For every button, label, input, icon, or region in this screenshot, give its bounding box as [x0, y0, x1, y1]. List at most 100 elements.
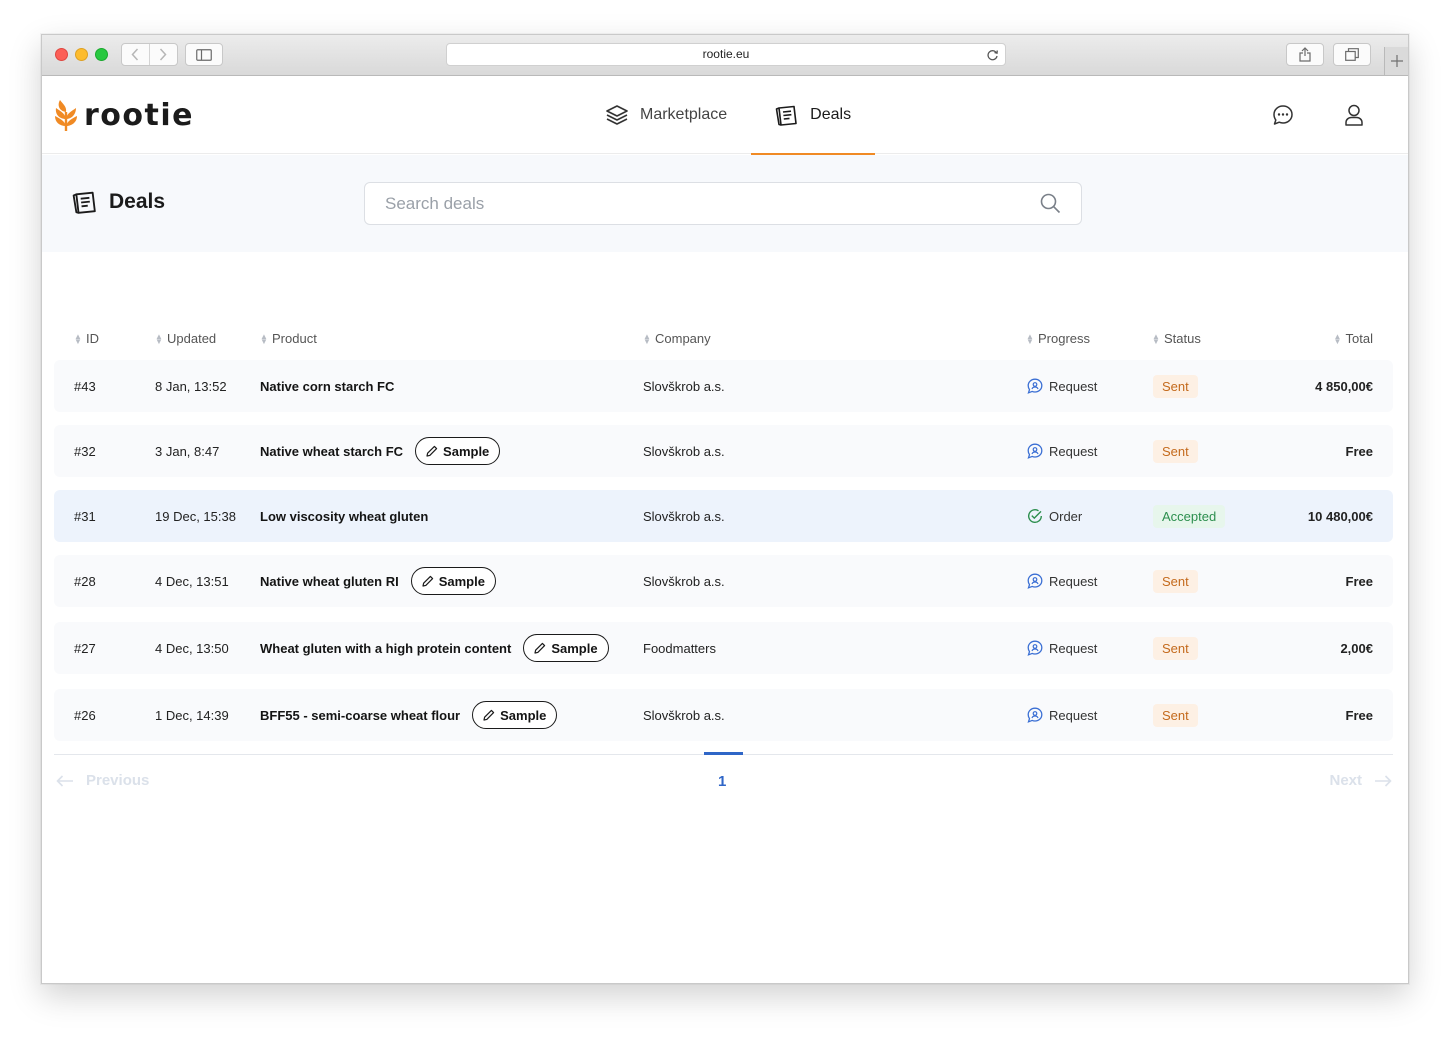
- nav-label-deals: Deals: [810, 106, 852, 123]
- request-icon: [1027, 573, 1043, 589]
- deal-total: 2,00€: [1340, 640, 1373, 656]
- pencil-icon: [426, 445, 438, 457]
- tabs-button[interactable]: [1333, 43, 1371, 66]
- table-row[interactable]: #43 8 Jan, 13:52 Native corn starch FC S…: [54, 360, 1393, 412]
- sort-icon: ▲ ▼: [1152, 331, 1160, 346]
- brand-name: rootie: [84, 98, 194, 133]
- status-badge: Sent: [1153, 374, 1198, 398]
- progress-label: Request: [1049, 573, 1098, 589]
- column-header-product[interactable]: ▲ ▼ Product: [260, 331, 317, 346]
- deal-product: Low viscosity wheat gluten: [260, 490, 428, 542]
- share-button[interactable]: [1286, 43, 1324, 66]
- request-icon: [1027, 378, 1043, 394]
- table-row[interactable]: #32 3 Jan, 8:47 Native wheat starch FC S…: [54, 425, 1393, 477]
- sidebar-toggle-button[interactable]: [185, 43, 223, 66]
- plus-icon: [1390, 55, 1403, 67]
- deal-updated: 8 Jan, 13:52: [155, 378, 227, 394]
- sample-label: Sample: [500, 707, 547, 723]
- table-row[interactable]: #26 1 Dec, 14:39 BFF55 - semi-coarse whe…: [54, 689, 1393, 741]
- deal-progress: Request: [1027, 360, 1097, 412]
- nav-item-deals[interactable]: Deals: [751, 76, 875, 155]
- column-header-progress[interactable]: ▲ ▼ Progress: [1026, 331, 1090, 346]
- sample-badge[interactable]: Sample: [415, 437, 501, 465]
- sort-icon: ▲ ▼: [74, 331, 82, 346]
- column-header-id[interactable]: ▲ ▼ ID: [74, 331, 99, 346]
- previous-label: Previous: [86, 772, 150, 789]
- request-icon: [1027, 707, 1043, 723]
- product-name[interactable]: Native wheat gluten RI: [260, 574, 399, 589]
- sample-badge[interactable]: Sample: [410, 567, 496, 595]
- back-button[interactable]: [122, 44, 150, 65]
- page-title: Deals: [72, 190, 165, 214]
- status-badge: Sent: [1153, 703, 1198, 727]
- next-page-button[interactable]: Next: [1329, 772, 1392, 789]
- table-row[interactable]: #31 19 Dec, 15:38 Low viscosity wheat gl…: [54, 490, 1393, 542]
- column-header-total[interactable]: ▲ ▼ Total: [1334, 331, 1373, 346]
- column-header-company[interactable]: ▲ ▼ Company: [643, 331, 711, 346]
- previous-page-button[interactable]: Previous: [56, 772, 149, 789]
- sidebar-icon: [196, 48, 212, 61]
- minimize-window-button[interactable]: [75, 48, 88, 61]
- deal-progress: Request: [1027, 425, 1097, 477]
- deal-company: Slovškrob a.s.: [643, 508, 725, 524]
- sort-icon: ▲ ▼: [260, 331, 268, 346]
- deal-id: #31: [74, 508, 96, 524]
- chat-icon: [1273, 105, 1293, 125]
- sample-badge[interactable]: Sample: [472, 701, 558, 729]
- sample-badge[interactable]: Sample: [523, 634, 609, 662]
- deal-total: Free: [1345, 707, 1373, 723]
- deal-total: 4 850,00€: [1315, 378, 1373, 394]
- wheat-logo-icon: [55, 100, 77, 131]
- arrow-right-icon: [1375, 774, 1392, 787]
- deal-company: Slovškrob a.s.: [643, 707, 725, 723]
- search-icon[interactable]: [1040, 193, 1061, 214]
- status-badge: Sent: [1153, 569, 1198, 593]
- progress-label: Request: [1049, 707, 1098, 723]
- next-label: Next: [1329, 772, 1362, 789]
- product-name[interactable]: Wheat gluten with a high protein content: [260, 641, 511, 656]
- layers-icon: [606, 105, 628, 125]
- logo[interactable]: rootie: [54, 98, 194, 133]
- pencil-icon: [422, 575, 433, 587]
- pencil-icon: [534, 642, 546, 654]
- new-tab-button[interactable]: [1384, 47, 1408, 75]
- progress-label: Request: [1049, 443, 1098, 459]
- check-circle-icon: [1028, 509, 1043, 524]
- chat-button[interactable]: [1271, 103, 1295, 127]
- deal-product: BFF55 - semi-coarse wheat flour Sample: [260, 689, 558, 741]
- deal-progress: Request: [1027, 622, 1097, 674]
- url-text: rootie.eu: [702, 47, 750, 61]
- table-row[interactable]: #28 4 Dec, 13:51 Native wheat gluten RI …: [54, 555, 1393, 607]
- close-window-button[interactable]: [55, 48, 68, 61]
- chevron-left-icon: [131, 48, 139, 61]
- product-name[interactable]: Native wheat starch FC: [260, 444, 403, 459]
- reload-icon[interactable]: [986, 48, 999, 69]
- maximize-window-button[interactable]: [95, 48, 108, 61]
- product-name[interactable]: Low viscosity wheat gluten: [260, 509, 428, 524]
- deal-product: Wheat gluten with a high protein content…: [260, 622, 609, 674]
- deals-icon: [775, 105, 797, 126]
- deal-id: #28: [74, 573, 96, 589]
- active-page-indicator: [704, 752, 743, 755]
- column-header-updated[interactable]: ▲ ▼ Updated: [155, 331, 216, 346]
- deal-updated: 4 Dec, 13:50: [155, 640, 229, 656]
- deal-updated: 1 Dec, 14:39: [155, 707, 229, 723]
- browser-toolbar: rootie.eu: [42, 35, 1408, 76]
- deal-total: Free: [1345, 573, 1373, 589]
- status-badge: Accepted: [1153, 504, 1226, 528]
- sort-icon: ▲ ▼: [155, 331, 163, 346]
- address-bar[interactable]: rootie.eu: [446, 43, 1006, 66]
- column-label: Progress: [1038, 331, 1091, 346]
- search-input[interactable]: [385, 193, 1040, 214]
- column-header-status[interactable]: ▲ ▼ Status: [1152, 331, 1201, 346]
- page-header: Deals: [42, 155, 1408, 252]
- product-name[interactable]: BFF55 - semi-coarse wheat flour: [260, 708, 460, 723]
- nav-item-marketplace[interactable]: Marketplace: [582, 76, 751, 154]
- page-number-current[interactable]: 1: [718, 773, 726, 790]
- forward-button[interactable]: [150, 44, 177, 65]
- table-row[interactable]: #27 4 Dec, 13:50 Wheat gluten with a hig…: [54, 622, 1393, 674]
- request-icon: [1027, 443, 1043, 459]
- product-name[interactable]: Native corn starch FC: [260, 379, 394, 394]
- account-button[interactable]: [1342, 103, 1366, 127]
- pencil-icon: [483, 709, 495, 721]
